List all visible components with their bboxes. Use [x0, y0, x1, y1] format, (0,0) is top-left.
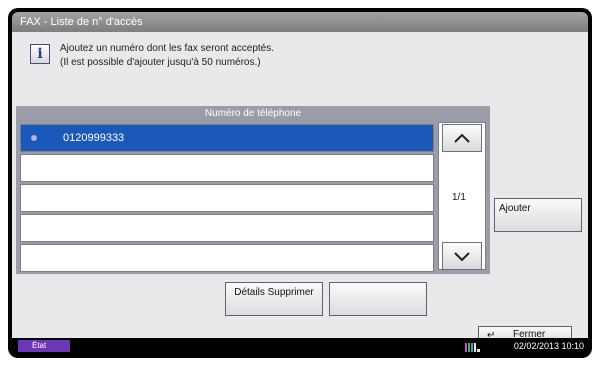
list-row[interactable] [20, 214, 434, 242]
add-button[interactable]: Ajouter [494, 198, 582, 232]
phone-number: 0120999333 [63, 132, 125, 144]
list-row[interactable]: 0120999333 [20, 124, 434, 152]
selected-dot-icon [31, 135, 37, 141]
list-row[interactable] [20, 244, 434, 272]
blank-button[interactable] [329, 282, 427, 316]
info-icon: i [30, 44, 50, 64]
status-state[interactable]: État [18, 340, 70, 352]
list-row[interactable] [20, 184, 434, 212]
scroll-up-button[interactable] [442, 124, 482, 152]
phone-list-header: Numéro de téléphone [204, 108, 302, 119]
info-line-2: (Il est possible d'ajouter jusqu'à 50 nu… [60, 57, 261, 68]
chevron-up-icon [454, 133, 470, 143]
info-line-1: Ajoutez un numéro dont les fax seront ac… [60, 43, 275, 54]
scroll-down-button[interactable] [442, 242, 482, 270]
details-delete-button[interactable]: Détails Supprimer [225, 282, 323, 316]
list-row[interactable] [20, 154, 434, 182]
chevron-down-icon [454, 252, 470, 262]
network-icon [465, 343, 480, 352]
datetime: 02/02/2013 10:10 [513, 341, 584, 351]
window-title: FAX - Liste de n° d'accès [12, 12, 588, 32]
status-bar: État 02/02/2013 10:10 [12, 338, 588, 354]
fax-dialog: FAX - Liste de n° d'accès i Ajoutez un n… [8, 8, 592, 358]
dialog-content: i Ajoutez un numéro dont les fax seront … [12, 32, 588, 344]
info-message: Ajoutez un numéro dont les fax seront ac… [60, 42, 274, 70]
page-indicator: 1/1 [452, 192, 466, 203]
